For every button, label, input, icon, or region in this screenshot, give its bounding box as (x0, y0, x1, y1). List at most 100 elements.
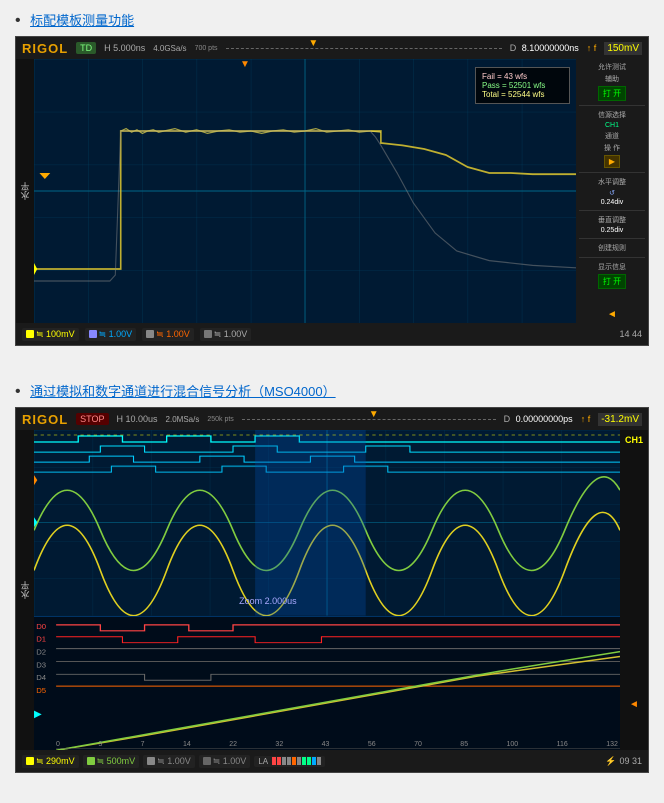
x-label-116: 116 (557, 741, 568, 748)
scope1-trigtime: D 8.10000000ns (510, 43, 579, 53)
svg-text:D3: D3 (36, 660, 46, 668)
section2-link[interactable]: 通过模拟和数字通道进行混合信号分析（MSO4000） (30, 384, 336, 399)
scope2-time: 09 31 (619, 756, 642, 766)
ch1-color-box (26, 330, 34, 338)
la-ch4 (292, 757, 296, 765)
x-label-85: 85 (460, 741, 468, 748)
scope2-grid: Zoom 2.000us D0 D1 D2 D3 D4 (34, 430, 620, 750)
scope1-samplerate: 4.0GSa/s (153, 44, 186, 53)
trigger-top-marker: ▼ (240, 59, 250, 70)
scope2-bottombar: ≒ 290mV ≒ 500mV ≒ 1.00V ≒ 1.00V LA (16, 750, 648, 772)
section1-link[interactable]: 标配模板测量功能 (30, 13, 134, 28)
usb-icon: ⚡ (605, 756, 616, 767)
la-ch8 (312, 757, 316, 765)
scope1-ch2-val: ≒ 1.00V (99, 329, 133, 340)
scope2-la-indicator: LA (254, 756, 325, 767)
svg-text:D4: D4 (36, 673, 46, 681)
scope1-infobox: Fail = 43 wfs Pass = 52501 wfs Total = 5… (475, 67, 570, 104)
trigger-marker: ▼ (308, 38, 318, 49)
ch3-color-box (146, 330, 154, 338)
create-rule-label: 创建规则 (579, 243, 645, 253)
scope1-left-label: 水平 (16, 59, 34, 323)
scope2-ch4-color (203, 757, 211, 765)
scope2-la-label: LA (258, 757, 268, 766)
svg-text:D0: D0 (36, 622, 46, 630)
scope2-status-right: ⚡ 09 31 (605, 756, 642, 767)
scope1-ch3-indicator: ≒ 1.00V (142, 328, 194, 341)
la-ch9 (317, 757, 321, 765)
la-ch3 (287, 757, 291, 765)
scope2-ch3-indicator: ≒ 1.00V (143, 755, 195, 768)
section1-bullet: • (15, 12, 21, 29)
operate2-label: 操 作 (579, 143, 645, 153)
scope1-main: 水平 (16, 59, 648, 323)
scope2-samplerate: 2.0MSa/s (166, 415, 200, 424)
h-adjust-label: 水平调整 (579, 177, 645, 187)
x-label-56: 56 (368, 741, 376, 748)
pass-test-label: 允许测试 (579, 62, 645, 72)
play-btn[interactable]: ▶ (604, 155, 620, 168)
scope2-ch1-color (26, 757, 34, 765)
scope1-logo: RIGOL (22, 41, 68, 56)
ch-label: CH1 (579, 122, 645, 129)
scope1-ch3-val: ≒ 1.00V (156, 329, 190, 340)
scope1-ch1-indicator: ≒ 100mV (22, 328, 79, 341)
scope2-digital-svg: D0 D1 D2 D3 D4 D5 (34, 617, 620, 750)
show-info-label: 显示信息 (579, 262, 645, 272)
scope2-trigger-marker: ▼ (369, 409, 379, 420)
svg-text:D2: D2 (36, 648, 46, 656)
la-ch2 (282, 757, 286, 765)
scope2-digital: D0 D1 D2 D3 D4 D5 (34, 616, 620, 750)
operate-label: 通道 (579, 131, 645, 141)
scope2-voltage: -31.2mV (598, 413, 642, 426)
scope1-ch2-indicator: ≒ 1.00V (85, 328, 137, 341)
open-btn-1[interactable]: 打 开 (598, 86, 626, 101)
scope2-trigicon: ↑ f (581, 414, 591, 424)
scope2-analog-svg (34, 430, 620, 616)
scope2-x-axis: 0 3 7 14 22 32 43 56 70 85 100 116 132 (54, 741, 620, 748)
scope1-topbar: RIGOL TD H 5.000ns 4.0GSa/s 700 pts ▼ D … (16, 37, 648, 59)
h-val: 0.24div (579, 199, 645, 206)
scope1-voltage: 150mV (604, 42, 642, 55)
scope2-right-panel: CH1 ◄ (620, 430, 648, 750)
scope1-grid: Fail = 43 wfs Pass = 52501 wfs Total = 5… (34, 59, 576, 323)
x-label-132: 132 (606, 741, 618, 748)
open-btn-2[interactable]: 打 开 (598, 274, 626, 289)
bottom-arrow-icon: ◄ (579, 309, 645, 320)
scope2-left-label: 水平 (16, 430, 34, 750)
scope1-pts: 700 pts (195, 45, 218, 52)
scope1-ch4-val: ≒ 1.00V (214, 329, 248, 340)
scope1-timebase: H 5.000ns (104, 43, 145, 53)
h-icon: ↺ (579, 189, 645, 197)
x-label-100: 100 (507, 741, 519, 748)
x-label-3: 3 (98, 741, 102, 748)
scope2-mode: STOP (76, 413, 108, 425)
scope1-time: 14 44 (619, 329, 642, 339)
zoom-label: Zoom 2.000us (239, 596, 297, 606)
scope2-ch3-color (147, 757, 155, 765)
scope2-ch1-indicator: ≒ 290mV (22, 755, 79, 768)
scope2-trigtime: D 0.00000000ps (504, 414, 573, 424)
scope2-ch4-val: ≒ 1.00V (213, 756, 247, 767)
source-select-label: 信源选择 (579, 110, 645, 120)
la-ch5 (297, 757, 301, 765)
scope1-mode: TD (76, 42, 96, 54)
la-ch7 (307, 757, 311, 765)
scope2-topbar: RIGOL STOP H 10.00us 2.0MSa/s 250k pts ▼… (16, 408, 648, 430)
scope2-main: 水平 (16, 430, 648, 750)
scope2-timebase: H 10.00us (117, 414, 158, 424)
scope1-bottombar: ≒ 100mV ≒ 1.00V ≒ 1.00V ≒ 1.00V 14 44 (16, 323, 648, 345)
scope2-ch2-indicator: ≒ 500mV (83, 755, 140, 768)
x-label-7: 7 (141, 741, 145, 748)
svg-text:D5: D5 (36, 686, 46, 694)
scope1-pass: Pass = 52501 wfs (482, 81, 563, 90)
scope2-ch2-val: ≒ 500mV (97, 756, 136, 767)
scope1-ch1-val: ≒ 100mV (36, 329, 75, 340)
scope1-trigicon: ↑ f (587, 43, 597, 53)
scope2-analog (34, 430, 620, 616)
la-ch6 (302, 757, 306, 765)
oscilloscope-1: RIGOL TD H 5.000ns 4.0GSa/s 700 pts ▼ D … (15, 36, 649, 346)
section2-bullet: • (15, 383, 21, 400)
scope2-ch4-indicator: ≒ 1.00V (199, 755, 251, 768)
x-label-43: 43 (322, 741, 330, 748)
